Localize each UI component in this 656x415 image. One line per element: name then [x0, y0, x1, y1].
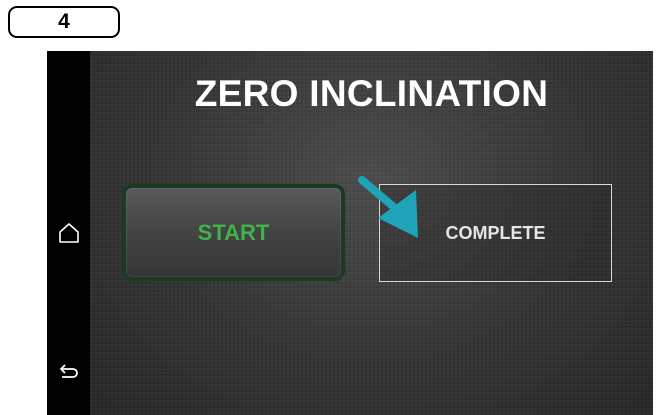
start-button[interactable]: START [122, 184, 345, 281]
device-display: ZERO INCLINATION START COMPLETE [47, 51, 653, 415]
start-button-label: START [197, 219, 270, 245]
back-arrow-icon[interactable] [56, 360, 82, 386]
pointer-arrow-icon [352, 174, 442, 254]
step-number-badge: 4 [8, 6, 120, 38]
step-number: 4 [58, 10, 70, 33]
home-icon[interactable] [56, 220, 82, 246]
complete-button-label: COMPLETE [445, 222, 546, 243]
navigation-bar [47, 51, 90, 415]
screen-title: ZERO INCLINATION [194, 73, 549, 114]
